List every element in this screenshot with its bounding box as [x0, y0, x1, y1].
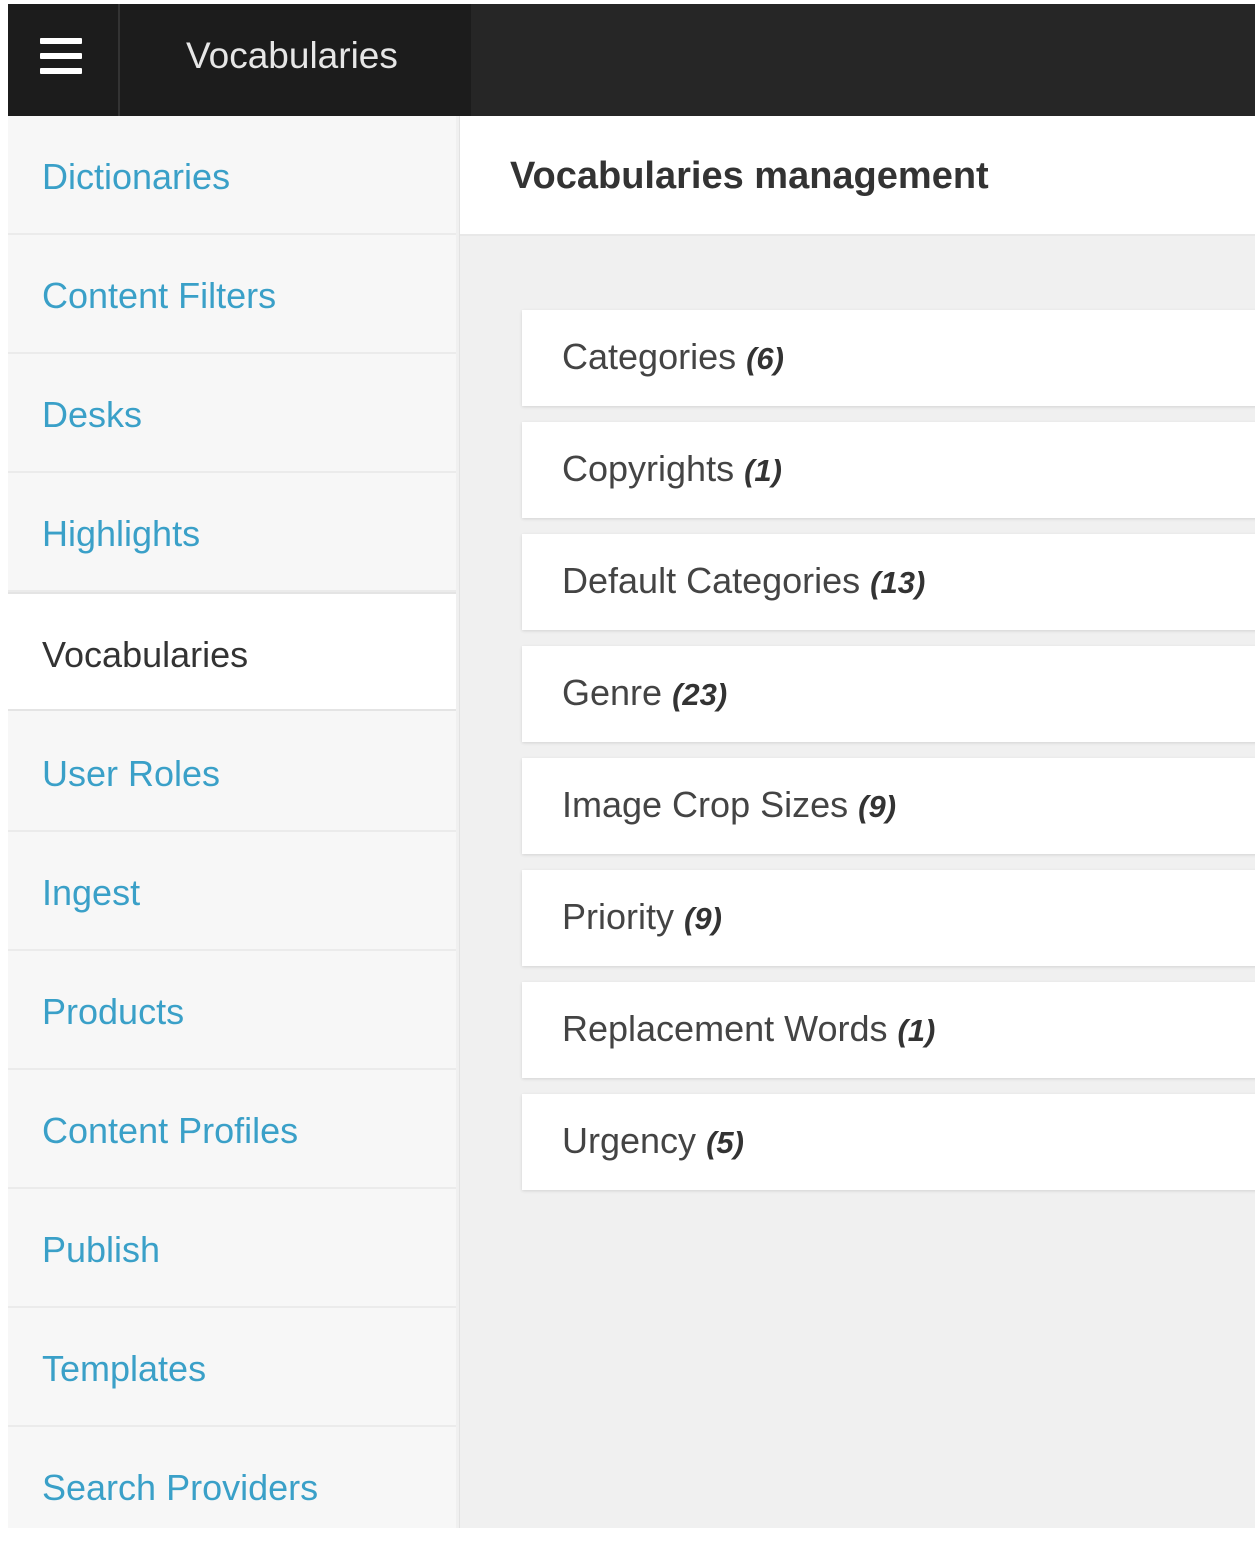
sidebar-item-label: Search Providers — [42, 1467, 319, 1508]
vocabulary-count: (9) — [858, 789, 897, 824]
page-title: Vocabularies management — [510, 155, 989, 197]
sidebar-item-label: Vocabularies — [42, 634, 249, 675]
vocabulary-count: (1) — [744, 453, 782, 488]
vocabulary-item-categories[interactable]: Categories (6) — [522, 310, 1255, 406]
vocabulary-item-default-categories[interactable]: Default Categories (13) — [522, 534, 1255, 630]
sidebar-item-publish[interactable]: Publish — [8, 1189, 456, 1308]
sidebar-item-vocabularies[interactable]: Vocabularies — [8, 592, 456, 711]
vocabulary-label: Copyrights (1) — [562, 448, 782, 492]
sidebar-item-label: Ingest — [42, 872, 141, 913]
vocabulary-item-urgency[interactable]: Urgency (5) — [522, 1094, 1255, 1190]
vocabulary-name: Replacement Words — [562, 1008, 888, 1049]
sidebar-item-highlights[interactable]: Highlights — [8, 473, 456, 592]
sidebar-item-label: Products — [42, 991, 185, 1032]
sidebar-item-label: Dictionaries — [42, 156, 231, 197]
hamburger-menu-icon — [40, 38, 82, 44]
vocabulary-count: (23) — [672, 677, 728, 712]
vocabulary-count: (5) — [706, 1125, 744, 1160]
vocabulary-name: Copyrights — [562, 448, 735, 489]
vocabulary-name: Categories — [562, 336, 737, 377]
vocabulary-label: Categories (6) — [562, 336, 784, 380]
vocabulary-name: Genre — [562, 672, 663, 713]
sidebar-item-search-providers[interactable]: Search Providers — [8, 1427, 456, 1546]
sidebar-item-ingest[interactable]: Ingest — [8, 832, 456, 951]
vocabulary-name: Image Crop Sizes — [562, 784, 849, 825]
vocabulary-name: Urgency — [562, 1120, 697, 1161]
vocabulary-label: Replacement Words (1) — [562, 1008, 935, 1052]
vocabulary-count: (9) — [684, 901, 722, 936]
vocabulary-item-priority[interactable]: Priority (9) — [522, 870, 1255, 966]
vocabulary-item-image-crop-sizes[interactable]: Image Crop Sizes (9) — [522, 758, 1255, 854]
vocabulary-item-copyrights[interactable]: Copyrights (1) — [522, 422, 1255, 518]
main-header: Vocabularies management — [460, 116, 1255, 236]
vocabulary-item-genre[interactable]: Genre (23) — [522, 646, 1255, 742]
top-bar: Vocabularies — [8, 4, 1255, 116]
settings-sidebar: Dictionaries Content Filters Desks Highl… — [8, 116, 456, 1528]
vocabulary-item-replacement-words[interactable]: Replacement Words (1) — [522, 982, 1255, 1078]
sidebar-item-content-filters[interactable]: Content Filters — [8, 235, 456, 354]
sidebar-item-label: Content Profiles — [42, 1110, 299, 1151]
app-frame: Vocabularies Dictionaries Content Filter… — [8, 4, 1255, 1528]
top-title-area: Vocabularies — [120, 4, 471, 116]
main-content: Vocabularies management Categories (6) Co… — [459, 116, 1255, 1528]
hamburger-menu-button[interactable] — [8, 4, 120, 116]
vocabulary-label: Urgency (5) — [562, 1120, 744, 1164]
vocabulary-name: Default Categories — [562, 560, 861, 601]
vocabulary-count: (13) — [870, 565, 926, 600]
vocabulary-label: Image Crop Sizes (9) — [562, 784, 896, 828]
sidebar-item-label: Publish — [42, 1229, 161, 1270]
vocabulary-count: (1) — [897, 1013, 936, 1048]
vocabulary-count: (6) — [746, 341, 784, 376]
vocabulary-label: Genre (23) — [562, 672, 727, 716]
sidebar-item-content-profiles[interactable]: Content Profiles — [8, 1070, 456, 1189]
vocabulary-name: Priority — [562, 896, 675, 937]
sidebar-item-label: Highlights — [42, 513, 201, 554]
vocabulary-label: Priority (9) — [562, 896, 722, 940]
hamburger-menu-icon-bar — [40, 68, 82, 74]
sidebar-item-desks[interactable]: Desks — [8, 354, 456, 473]
sidebar-item-user-roles[interactable]: User Roles — [8, 713, 456, 832]
sidebar-item-templates[interactable]: Templates — [8, 1308, 456, 1427]
sidebar-item-dictionaries[interactable]: Dictionaries — [8, 116, 456, 235]
sidebar-item-label: Desks — [42, 394, 143, 435]
hamburger-menu-icon-bar — [40, 53, 82, 59]
page-section-title: Vocabularies — [186, 35, 398, 76]
vocabulary-label: Default Categories (13) — [562, 560, 925, 604]
sidebar-item-label: User Roles — [42, 753, 221, 794]
sidebar-item-products[interactable]: Products — [8, 951, 456, 1070]
sidebar-item-label: Templates — [42, 1348, 207, 1389]
sidebar-item-label: Content Filters — [42, 275, 277, 316]
